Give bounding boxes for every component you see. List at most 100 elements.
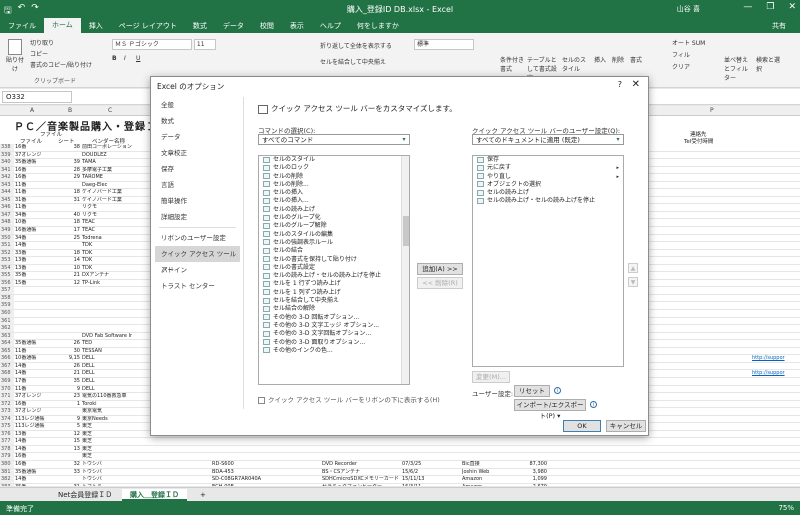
import-export-button[interactable]: インポート/エクスポート(P) ▾ bbox=[514, 399, 586, 420]
command-item[interactable]: その他のインクの色... bbox=[259, 347, 409, 355]
move-up-button[interactable]: ▲ bbox=[628, 263, 638, 273]
table-row[interactable]: 378 14番 13 東芝 bbox=[0, 445, 800, 454]
row-number[interactable]: 350 bbox=[0, 234, 14, 242]
row-number[interactable]: 380 bbox=[0, 460, 14, 468]
sort-filter-button[interactable]: 並べ替えとフィルター bbox=[724, 55, 752, 82]
cut-button[interactable]: 切り取り bbox=[30, 38, 54, 47]
row-number[interactable]: 357 bbox=[0, 287, 14, 295]
command-item[interactable]: セルの書式を保持して貼り付け bbox=[259, 256, 409, 264]
row-number[interactable]: 358 bbox=[0, 294, 14, 302]
command-item[interactable]: その他の 3-D 文字エッジ オプション... bbox=[259, 322, 409, 330]
ok-button[interactable]: OK bbox=[563, 420, 601, 432]
command-item[interactable]: その他の 3-D 面取りオプション... bbox=[259, 339, 409, 347]
add-sheet-button[interactable]: + bbox=[192, 489, 214, 501]
row-number[interactable]: 351 bbox=[0, 242, 14, 250]
command-item[interactable]: セルのスタイルの編集 bbox=[259, 231, 409, 239]
row-number[interactable]: 370 bbox=[0, 385, 14, 393]
row-number[interactable]: 374 bbox=[0, 415, 14, 423]
row-number[interactable]: 343 bbox=[0, 181, 14, 189]
row-number[interactable]: 381 bbox=[0, 468, 14, 476]
italic-button[interactable]: I bbox=[124, 55, 126, 62]
row-number[interactable]: 345 bbox=[0, 196, 14, 204]
conditional-format-button[interactable]: 条件付き書式 bbox=[500, 55, 524, 73]
command-select-combo[interactable]: すべてのコマンド ▾ bbox=[258, 134, 410, 145]
hyperlink-cell[interactable]: http://suppor bbox=[752, 355, 800, 362]
row-number[interactable]: 383 bbox=[0, 483, 14, 486]
row-number[interactable]: 355 bbox=[0, 272, 14, 280]
command-item[interactable]: セルの書式設定 bbox=[259, 264, 409, 272]
tab-help[interactable]: ヘルプ bbox=[312, 21, 349, 31]
row-number[interactable]: 367 bbox=[0, 362, 14, 370]
nav-item[interactable]: 数式 bbox=[155, 113, 240, 129]
command-item[interactable]: その他の 3-D 回転オプション...▸ bbox=[259, 314, 409, 322]
row-number[interactable]: 356 bbox=[0, 279, 14, 287]
number-format-combo[interactable]: 標準 bbox=[414, 39, 474, 50]
reset-button[interactable]: リセット(E) ▾ bbox=[514, 385, 550, 406]
qat-item[interactable]: セルの読み上げ・セルの読み上げを停止 bbox=[473, 197, 623, 205]
row-number[interactable]: 342 bbox=[0, 174, 14, 182]
minimize-icon[interactable]: — bbox=[743, 2, 752, 12]
table-row[interactable]: 380 16番 32 トウシバ RD-S600 DVD Recorder 07/3/25 Bi… bbox=[0, 460, 800, 469]
command-item[interactable]: セルのロック bbox=[259, 164, 409, 172]
command-item[interactable]: その他の 3-D 文字回転オプション... bbox=[259, 330, 409, 338]
merge-center-button[interactable]: セルを結合して中央揃え bbox=[320, 57, 386, 66]
tell-me-search[interactable]: 何をしますか bbox=[349, 21, 407, 31]
tab-review[interactable]: 校閲 bbox=[252, 21, 282, 31]
add-button[interactable]: 追加(A) >> bbox=[417, 263, 463, 275]
close-icon[interactable]: ✕ bbox=[632, 79, 640, 90]
row-number[interactable]: 360 bbox=[0, 310, 14, 318]
sheet-tab-purchase[interactable]: 購入＿登録ＩＤ bbox=[122, 489, 187, 501]
font-size-combo[interactable]: 11 bbox=[193, 39, 216, 50]
qat-item[interactable]: やり直し ▸ bbox=[473, 173, 623, 181]
wrap-text-button[interactable]: 折り返して全体を表示する bbox=[320, 41, 392, 50]
zoom-level[interactable]: 75% bbox=[778, 504, 794, 512]
row-number[interactable]: 369 bbox=[0, 377, 14, 385]
cancel-button[interactable]: キャンセル bbox=[606, 420, 646, 432]
table-row[interactable]: 382 14番 トウシバ SD-C08GR7AR040A SDHCmicroSDXCメモ… bbox=[0, 476, 800, 484]
clear-button[interactable]: クリア bbox=[672, 62, 690, 71]
format-cells-button[interactable]: 書式 bbox=[630, 55, 642, 64]
command-item[interactable]: セルの削除... bbox=[259, 181, 409, 189]
table-row[interactable]: 38335番31トヨトミ ECH-00E セラミックファンヒーター16/3/11 Am… bbox=[0, 483, 800, 486]
nav-item[interactable]: データ bbox=[155, 129, 240, 145]
row-number[interactable]: 361 bbox=[0, 317, 14, 325]
command-item[interactable]: セルのスタイル▸ bbox=[259, 156, 409, 164]
nav-item[interactable]: リボンのユーザー設定 bbox=[155, 230, 240, 246]
nav-item[interactable]: 文章校正 bbox=[155, 145, 240, 161]
tab-insert[interactable]: 挿入 bbox=[81, 21, 111, 31]
qat-items-list[interactable]: 保存 元に戻す ▸ やり直し ▸ オブジェクトの選択 セルの読み上げ セルの読み上げ・セルの読… bbox=[472, 155, 624, 367]
share-button[interactable]: 共有 bbox=[764, 21, 794, 31]
insert-cells-button[interactable]: 挿入 bbox=[594, 55, 606, 64]
row-number[interactable]: 378 bbox=[0, 445, 14, 453]
copy-button[interactable]: コピー bbox=[30, 49, 48, 58]
row-number[interactable]: 353 bbox=[0, 257, 14, 265]
row-number[interactable]: 373 bbox=[0, 408, 14, 416]
table-row[interactable]: 377 14番 15 東芝 bbox=[0, 438, 800, 446]
row-number[interactable]: 376 bbox=[0, 430, 14, 438]
tab-view[interactable]: 表示 bbox=[282, 21, 312, 31]
row-number[interactable]: 344 bbox=[0, 189, 14, 197]
row-number[interactable]: 363 bbox=[0, 332, 14, 340]
paste-button[interactable]: 貼り付け bbox=[4, 39, 26, 73]
command-item[interactable]: セルの削除 bbox=[259, 173, 409, 181]
fill-button[interactable]: フィル bbox=[672, 50, 690, 59]
autosum-button[interactable]: オート SUM bbox=[672, 38, 705, 47]
qat-customize-combo[interactable]: すべてのドキュメントに適用 (既定) ▾ bbox=[472, 134, 624, 145]
tab-page-layout[interactable]: ページ レイアウト bbox=[111, 21, 185, 31]
row-number[interactable]: 348 bbox=[0, 219, 14, 227]
row-number[interactable]: 375 bbox=[0, 423, 14, 431]
nav-item[interactable]: クイック アクセス ツール バー bbox=[155, 246, 240, 274]
show-below-ribbon-checkbox[interactable]: クイック アクセス ツール バーをリボンの下に表示する(H) bbox=[258, 394, 440, 404]
tab-file[interactable]: ファイル bbox=[0, 21, 44, 31]
command-item[interactable]: セルの読み上げ bbox=[259, 206, 409, 214]
find-select-button[interactable]: 検索と選択 bbox=[756, 55, 784, 73]
nav-item[interactable]: 保存 bbox=[155, 161, 240, 177]
nav-item[interactable]: 簡単操作 bbox=[155, 193, 240, 209]
row-number[interactable]: 346 bbox=[0, 204, 14, 212]
row-number[interactable]: 379 bbox=[0, 453, 14, 461]
tab-data[interactable]: データ bbox=[215, 21, 252, 31]
restore-icon[interactable]: ❐ bbox=[766, 2, 774, 12]
row-number[interactable]: 382 bbox=[0, 476, 14, 484]
row-number[interactable]: 341 bbox=[0, 166, 14, 174]
tab-home[interactable]: ホーム bbox=[44, 18, 81, 33]
